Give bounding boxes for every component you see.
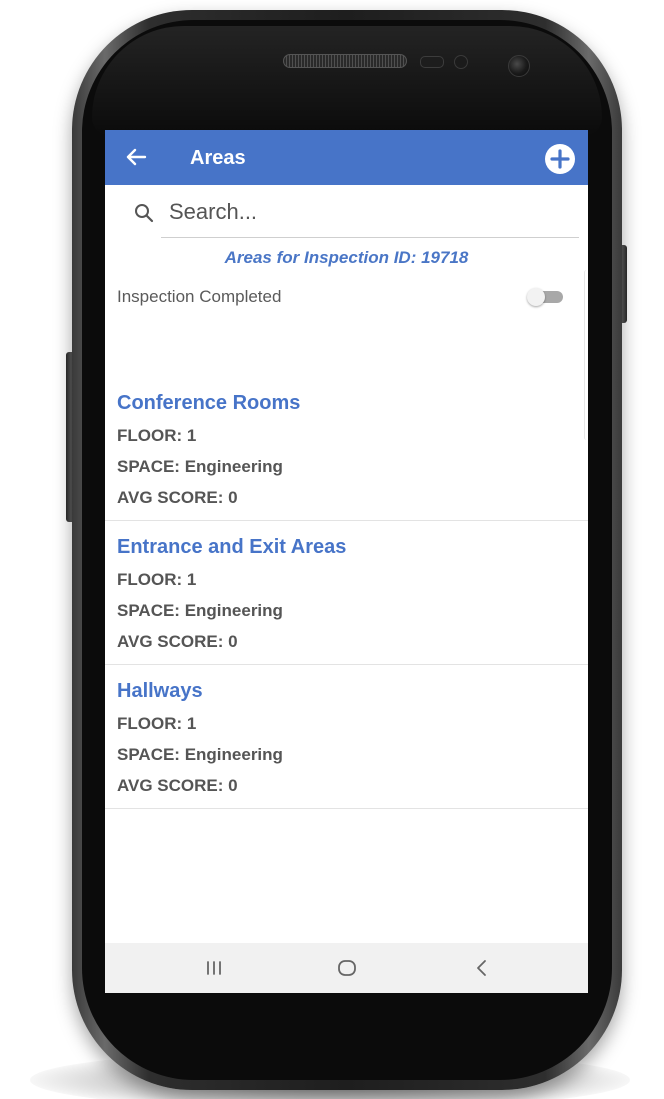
earpiece-speaker: [283, 54, 407, 68]
system-nav-bar: [105, 943, 588, 993]
area-space: SPACE: Engineering: [117, 601, 283, 620]
back-chevron-icon: [477, 960, 486, 976]
home-button[interactable]: [334, 956, 360, 980]
plus-circle-icon: [545, 144, 575, 174]
search-bar: [105, 185, 588, 240]
area-avg-score: AVG SCORE: 0: [117, 632, 238, 651]
proximity-sensor: [420, 56, 444, 68]
bezel-gloss: [92, 26, 602, 136]
area-floor: FLOOR: 1: [117, 426, 197, 445]
area-floor: FLOOR: 1: [117, 570, 197, 589]
add-area-button[interactable]: [544, 143, 576, 175]
area-name: Hallways: [117, 680, 203, 702]
area-item-conference-rooms[interactable]: Conference Rooms FLOOR: 1 SPACE: Enginee…: [105, 377, 588, 521]
phone-screen: Areas Areas for Inspection ID: 19718 Ins…: [105, 130, 588, 993]
area-item-hallways[interactable]: Hallways FLOOR: 1 SPACE: Engineering AVG…: [105, 665, 588, 809]
area-name: Conference Rooms: [117, 392, 301, 414]
recents-icon: [207, 961, 221, 975]
area-avg-score: AVG SCORE: 0: [117, 776, 238, 795]
inspection-completed-label: Inspection Completed: [117, 287, 282, 306]
area-avg-score: AVG SCORE: 0: [117, 488, 238, 507]
area-item-entrance-exit[interactable]: Entrance and Exit Areas FLOOR: 1 SPACE: …: [105, 521, 588, 665]
front-camera: [508, 55, 530, 77]
arrow-left-icon: [126, 148, 147, 166]
stage: Areas Areas for Inspection ID: 19718 Ins…: [0, 0, 664, 1099]
toggle-thumb: [527, 288, 545, 306]
app-bar: Areas: [105, 130, 588, 185]
areas-list: Conference Rooms FLOOR: 1 SPACE: Enginee…: [105, 377, 588, 809]
home-icon: [338, 960, 356, 976]
area-space: SPACE: Engineering: [117, 457, 283, 476]
back-button[interactable]: [121, 142, 151, 172]
page-title: Areas: [190, 147, 246, 169]
area-name: Entrance and Exit Areas: [117, 536, 347, 558]
area-floor: FLOOR: 1: [117, 714, 197, 733]
area-space: SPACE: Engineering: [117, 745, 283, 764]
light-sensor: [454, 55, 468, 69]
search-underline: [161, 237, 579, 238]
inspection-completed-toggle[interactable]: [527, 288, 563, 306]
recents-button[interactable]: [201, 956, 227, 980]
system-back-button[interactable]: [469, 956, 495, 980]
search-icon: [133, 202, 155, 224]
search-input[interactable]: [163, 197, 535, 227]
inspection-heading: Areas for Inspection ID: 19718: [224, 248, 469, 267]
